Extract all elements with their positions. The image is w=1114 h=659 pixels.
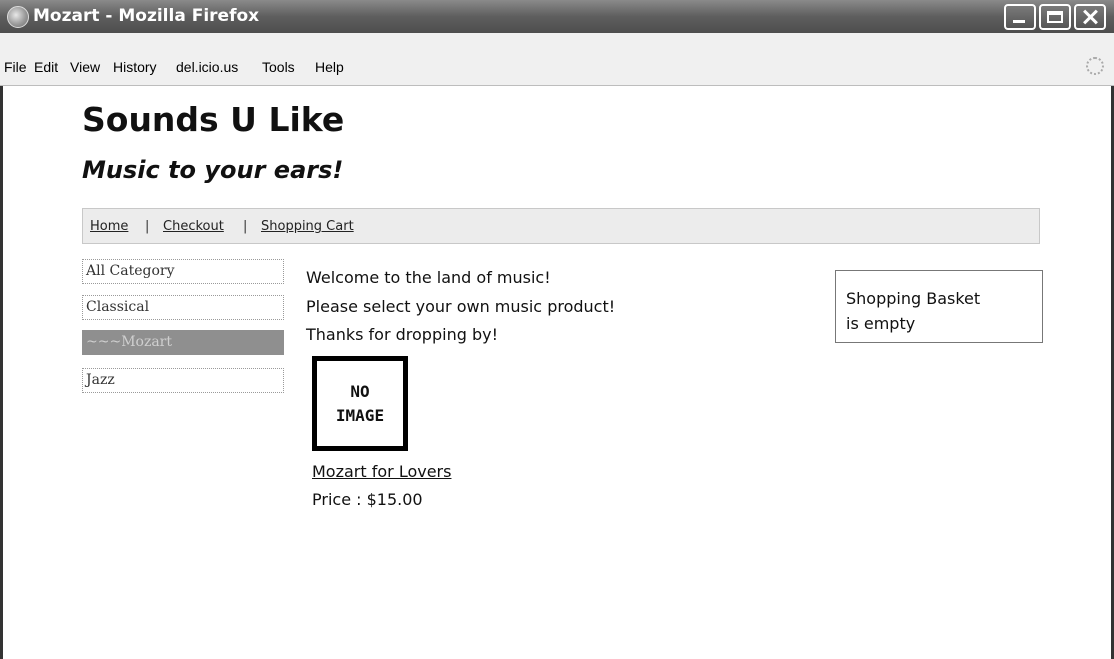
- firefox-icon: [7, 6, 29, 28]
- welcome-line-3: Thanks for dropping by!: [306, 325, 498, 344]
- category-mozart[interactable]: ~~~Mozart: [82, 330, 284, 355]
- window-title: Mozart - Mozilla Firefox: [33, 6, 260, 26]
- product-name-link[interactable]: Mozart for Lovers: [312, 462, 451, 481]
- maximize-button[interactable]: [1039, 4, 1071, 30]
- basket-status-line2: is empty: [846, 314, 916, 333]
- menu-view[interactable]: View: [70, 59, 100, 75]
- menu-delicious[interactable]: del.icio.us: [176, 59, 238, 75]
- throbber-icon: [1086, 57, 1104, 75]
- menu-edit[interactable]: Edit: [34, 59, 58, 75]
- nav-home-link[interactable]: Home: [90, 219, 128, 234]
- category-jazz[interactable]: Jazz: [82, 368, 284, 393]
- welcome-line-2: Please select your own music product!: [306, 297, 616, 316]
- no-image-label: NO IMAGE: [336, 380, 384, 428]
- close-button[interactable]: [1074, 4, 1106, 30]
- browser-window: Mozart - Mozilla Firefox File Edit View …: [0, 0, 1114, 659]
- menu-bar: File Edit View History del.icio.us Tools…: [0, 33, 1114, 86]
- nav-separator: |: [145, 219, 150, 234]
- product-price: Price : $15.00: [312, 490, 423, 509]
- no-image-text-line1: NO: [350, 381, 370, 401]
- nav-separator: |: [243, 219, 248, 234]
- site-title: Sounds U Like: [82, 100, 345, 139]
- menu-tools[interactable]: Tools: [262, 59, 295, 75]
- product-image-placeholder[interactable]: NO IMAGE: [312, 356, 408, 451]
- top-navigation: Home | Checkout | Shopping Cart: [82, 208, 1040, 244]
- welcome-line-1: Welcome to the land of music!: [306, 268, 551, 287]
- shopping-basket-box: Shopping Basket is empty: [835, 270, 1043, 343]
- minimize-button[interactable]: [1004, 4, 1036, 30]
- menu-help[interactable]: Help: [315, 59, 344, 75]
- nav-cart-link[interactable]: Shopping Cart: [261, 219, 354, 234]
- title-bar: Mozart - Mozilla Firefox: [0, 0, 1114, 33]
- menu-history[interactable]: History: [113, 59, 157, 75]
- category-all[interactable]: All Category: [82, 259, 284, 284]
- no-image-text-line2: IMAGE: [335, 405, 385, 425]
- window-frame-left: [0, 86, 3, 659]
- category-classical[interactable]: Classical: [82, 295, 284, 320]
- menu-file[interactable]: File: [4, 59, 27, 75]
- nav-checkout-link[interactable]: Checkout: [163, 219, 224, 234]
- basket-status-line1: Shopping Basket: [846, 289, 981, 308]
- site-tagline: Music to your ears!: [82, 156, 344, 184]
